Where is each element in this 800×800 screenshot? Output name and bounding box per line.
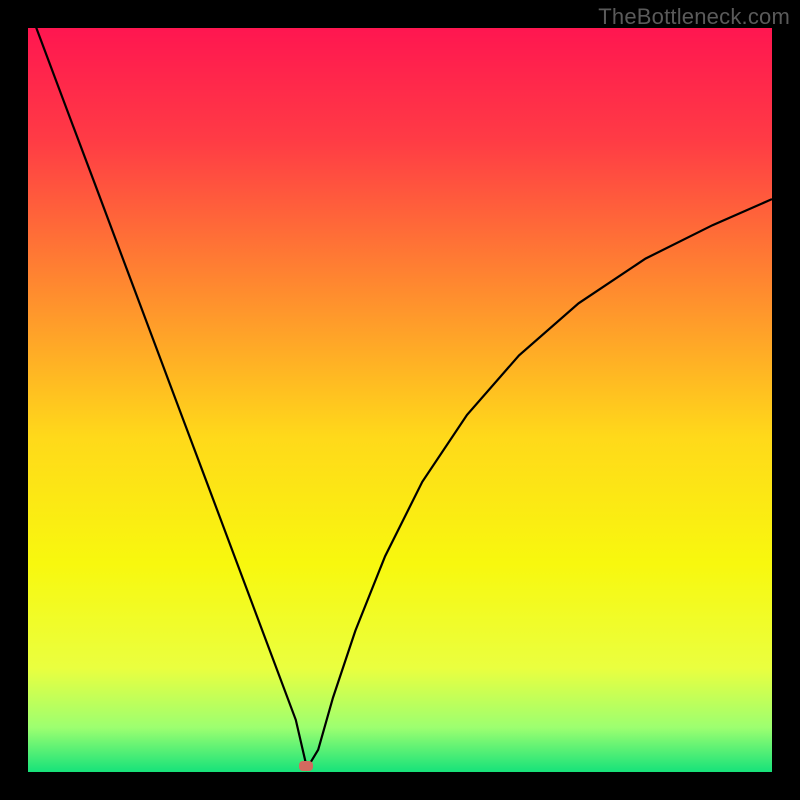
watermark-text: TheBottleneck.com [598,4,790,30]
optimum-marker [299,761,313,771]
plot-area [28,28,772,772]
gradient-background [28,28,772,772]
chart-canvas [28,28,772,772]
chart-frame: TheBottleneck.com [0,0,800,800]
